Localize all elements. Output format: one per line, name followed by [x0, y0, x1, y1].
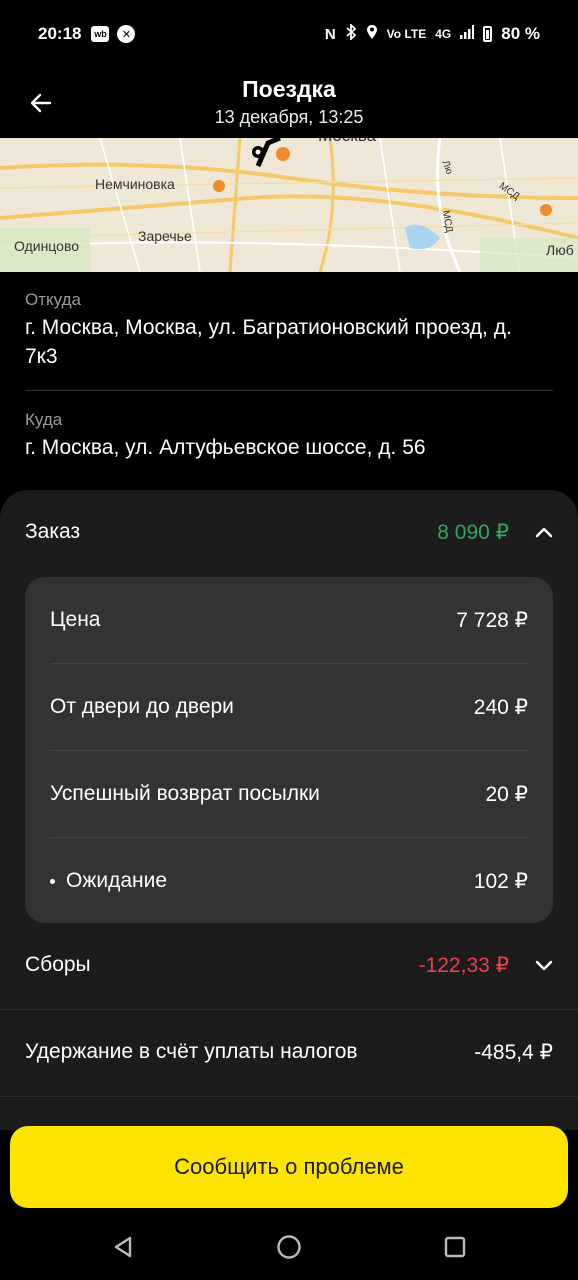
map-label-lyub: Люб	[546, 242, 574, 258]
to-caption: Куда	[25, 410, 63, 429]
bullet-icon	[50, 878, 55, 884]
breakdown-value: 102 ₽	[473, 869, 528, 893]
breakdown-label: Ожидание	[66, 869, 168, 892]
chevron-up-icon[interactable]	[509, 526, 553, 538]
location-icon	[366, 24, 378, 44]
volte-icon: Vo LTE	[386, 27, 427, 41]
order-card: Заказ 8 090 ₽ Цена 7 728 ₽ От двери до д…	[0, 490, 578, 1130]
fees-value: -122,33 ₽	[418, 953, 509, 977]
nav-back-icon[interactable]	[108, 1232, 138, 1262]
tax-label: Удержание в счёт уплаты налогов	[25, 1040, 358, 1063]
tax-row: Удержание в счёт уплаты налогов -485,4 ₽	[25, 1030, 553, 1074]
to-address: г. Москва, ул. Алтуфьевское шоссе, д. 56	[25, 436, 426, 459]
tax-value: -485,4 ₽	[474, 1040, 553, 1064]
map-label-nemchinovka: Немчиновка	[95, 176, 175, 192]
breakdown-row-waiting: Ожидание 102 ₽	[50, 838, 528, 924]
address-divider	[25, 390, 553, 391]
map-label-zarechye: Заречье	[138, 228, 192, 244]
breakdown-row-return: Успешный возврат посылки 20 ₽	[50, 751, 528, 837]
order-total: 8 090 ₽	[437, 520, 509, 544]
network-type: 4G	[435, 27, 452, 41]
route-addresses: Откуда г. Москва, Москва, ул. Багратионо…	[0, 272, 578, 482]
breakdown-row-door-to-door: От двери до двери 240 ₽	[50, 664, 528, 750]
order-breakdown: Цена 7 728 ₽ От двери до двери 240 ₽ Усп…	[25, 577, 553, 923]
page-title: Поездка	[242, 76, 336, 102]
status-time: 20:18	[38, 24, 82, 43]
wb-app-icon: wb	[91, 26, 110, 42]
from-address: г. Москва, Москва, ул. Багратионовский п…	[25, 316, 512, 368]
chevron-down-icon[interactable]	[509, 959, 553, 971]
from-caption: Откуда	[25, 290, 81, 309]
signal-icon	[460, 25, 475, 43]
battery-level: 80 %	[501, 24, 540, 43]
card-divider	[0, 1009, 578, 1010]
map-roads	[0, 138, 578, 272]
breakdown-value: 20 ₽	[485, 782, 528, 806]
fees-label: Сборы	[25, 953, 91, 976]
header: Поездка 13 декабря, 13:25	[0, 68, 578, 138]
breakdown-label: От двери до двери	[50, 695, 234, 718]
report-problem-button[interactable]: Сообщить о проблеме	[10, 1126, 568, 1208]
breakdown-row-price: Цена 7 728 ₽	[50, 577, 528, 663]
bluetooth-icon	[345, 22, 357, 44]
x-app-icon: ✕	[117, 25, 136, 43]
breakdown-value: 240 ₽	[473, 695, 528, 719]
order-label: Заказ	[25, 520, 81, 543]
breakdown-value: 7 728 ₽	[456, 608, 528, 632]
nfc-icon: N	[324, 25, 336, 43]
status-bar: 20:18 wb ✕ N Vo LTE 4G 80 %	[0, 0, 578, 68]
nav-home-icon[interactable]	[274, 1232, 304, 1262]
battery-icon	[483, 26, 493, 42]
breakdown-label: Цена	[50, 608, 101, 631]
route-map[interactable]: Москва Немчиновка Одинцово Заречье Люб М…	[0, 138, 578, 272]
system-nav-bar	[0, 1210, 578, 1280]
map-label-odintsovo: Одинцово	[14, 238, 80, 254]
order-row[interactable]: Заказ 8 090 ₽	[25, 510, 553, 554]
nav-recents-icon[interactable]	[440, 1232, 470, 1262]
fees-row[interactable]: Сборы -122,33 ₽	[25, 943, 553, 987]
breakdown-label: Успешный возврат посылки	[50, 782, 320, 805]
card-divider	[0, 1096, 578, 1097]
status-indicators: N Vo LTE 4G 80 %	[324, 22, 540, 44]
page-subtitle: 13 декабря, 13:25	[214, 107, 364, 127]
map-label-moscow: Москва	[318, 138, 376, 146]
